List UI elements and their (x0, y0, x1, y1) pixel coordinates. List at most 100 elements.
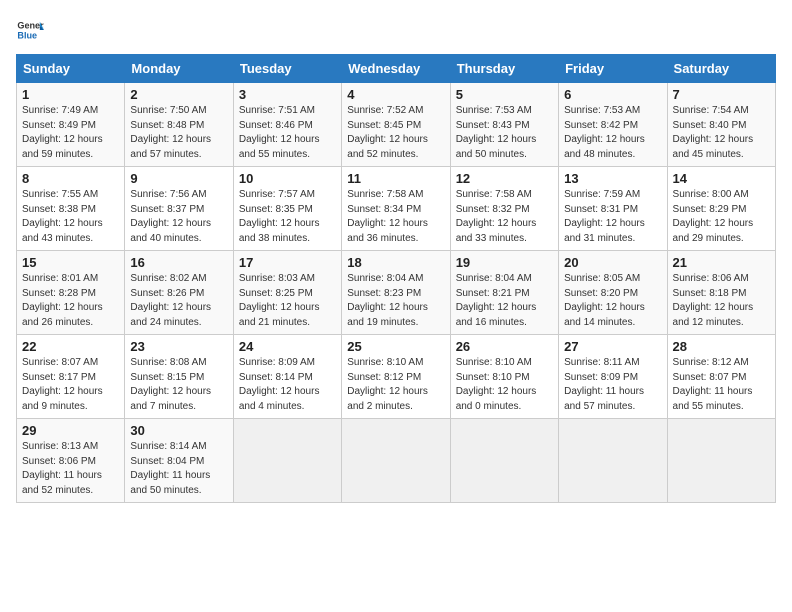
day-number: 26 (456, 339, 553, 354)
day-number: 30 (130, 423, 227, 438)
weekday-header-saturday: Saturday (667, 55, 775, 83)
day-info: Sunrise: 7:55 AMSunset: 8:38 PMDaylight:… (22, 189, 103, 244)
calendar-cell: 11 Sunrise: 7:58 AMSunset: 8:34 PMDaylig… (342, 167, 450, 251)
calendar-cell: 21 Sunrise: 8:06 AMSunset: 8:18 PMDaylig… (667, 251, 775, 335)
calendar-cell: 9 Sunrise: 7:56 AMSunset: 8:37 PMDayligh… (125, 167, 233, 251)
calendar-cell: 12 Sunrise: 7:58 AMSunset: 8:32 PMDaylig… (450, 167, 558, 251)
week-row-3: 15 Sunrise: 8:01 AMSunset: 8:28 PMDaylig… (17, 251, 776, 335)
calendar-cell (342, 419, 450, 503)
day-number: 4 (347, 87, 444, 102)
day-number: 21 (673, 255, 770, 270)
day-number: 18 (347, 255, 444, 270)
day-info: Sunrise: 8:14 AMSunset: 8:04 PMDaylight:… (130, 441, 210, 496)
day-info: Sunrise: 7:54 AMSunset: 8:40 PMDaylight:… (673, 105, 754, 160)
calendar-cell: 7 Sunrise: 7:54 AMSunset: 8:40 PMDayligh… (667, 83, 775, 167)
calendar-cell: 17 Sunrise: 8:03 AMSunset: 8:25 PMDaylig… (233, 251, 341, 335)
day-number: 5 (456, 87, 553, 102)
logo-icon: General Blue (16, 16, 44, 44)
day-info: Sunrise: 8:04 AMSunset: 8:21 PMDaylight:… (456, 273, 537, 328)
day-info: Sunrise: 7:56 AMSunset: 8:37 PMDaylight:… (130, 189, 211, 244)
day-info: Sunrise: 8:13 AMSunset: 8:06 PMDaylight:… (22, 441, 102, 496)
day-number: 20 (564, 255, 661, 270)
day-info: Sunrise: 8:02 AMSunset: 8:26 PMDaylight:… (130, 273, 211, 328)
day-number: 28 (673, 339, 770, 354)
weekday-header-tuesday: Tuesday (233, 55, 341, 83)
day-number: 3 (239, 87, 336, 102)
day-info: Sunrise: 8:10 AMSunset: 8:12 PMDaylight:… (347, 357, 428, 412)
calendar-cell: 20 Sunrise: 8:05 AMSunset: 8:20 PMDaylig… (559, 251, 667, 335)
day-info: Sunrise: 7:53 AMSunset: 8:42 PMDaylight:… (564, 105, 645, 160)
calendar-cell: 10 Sunrise: 7:57 AMSunset: 8:35 PMDaylig… (233, 167, 341, 251)
svg-text:Blue: Blue (17, 30, 37, 40)
day-number: 9 (130, 171, 227, 186)
calendar-cell: 13 Sunrise: 7:59 AMSunset: 8:31 PMDaylig… (559, 167, 667, 251)
day-info: Sunrise: 8:08 AMSunset: 8:15 PMDaylight:… (130, 357, 211, 412)
calendar-cell: 24 Sunrise: 8:09 AMSunset: 8:14 PMDaylig… (233, 335, 341, 419)
day-info: Sunrise: 7:49 AMSunset: 8:49 PMDaylight:… (22, 105, 103, 160)
day-number: 8 (22, 171, 119, 186)
day-number: 22 (22, 339, 119, 354)
day-info: Sunrise: 7:57 AMSunset: 8:35 PMDaylight:… (239, 189, 320, 244)
weekday-header-friday: Friday (559, 55, 667, 83)
calendar-cell: 1 Sunrise: 7:49 AMSunset: 8:49 PMDayligh… (17, 83, 125, 167)
calendar-cell (450, 419, 558, 503)
day-number: 29 (22, 423, 119, 438)
day-info: Sunrise: 8:01 AMSunset: 8:28 PMDaylight:… (22, 273, 103, 328)
logo: General Blue (16, 16, 44, 44)
page-header: General Blue (16, 16, 776, 44)
day-info: Sunrise: 7:58 AMSunset: 8:32 PMDaylight:… (456, 189, 537, 244)
weekday-header-thursday: Thursday (450, 55, 558, 83)
calendar-cell: 30 Sunrise: 8:14 AMSunset: 8:04 PMDaylig… (125, 419, 233, 503)
calendar-cell (233, 419, 341, 503)
calendar-cell: 8 Sunrise: 7:55 AMSunset: 8:38 PMDayligh… (17, 167, 125, 251)
day-number: 25 (347, 339, 444, 354)
day-number: 6 (564, 87, 661, 102)
calendar-cell: 5 Sunrise: 7:53 AMSunset: 8:43 PMDayligh… (450, 83, 558, 167)
day-number: 14 (673, 171, 770, 186)
day-number: 24 (239, 339, 336, 354)
day-number: 17 (239, 255, 336, 270)
day-number: 27 (564, 339, 661, 354)
weekday-header-sunday: Sunday (17, 55, 125, 83)
day-number: 1 (22, 87, 119, 102)
calendar-cell: 23 Sunrise: 8:08 AMSunset: 8:15 PMDaylig… (125, 335, 233, 419)
calendar-cell: 27 Sunrise: 8:11 AMSunset: 8:09 PMDaylig… (559, 335, 667, 419)
day-info: Sunrise: 7:58 AMSunset: 8:34 PMDaylight:… (347, 189, 428, 244)
calendar-cell: 6 Sunrise: 7:53 AMSunset: 8:42 PMDayligh… (559, 83, 667, 167)
day-info: Sunrise: 7:52 AMSunset: 8:45 PMDaylight:… (347, 105, 428, 160)
day-info: Sunrise: 8:03 AMSunset: 8:25 PMDaylight:… (239, 273, 320, 328)
weekday-header-row: SundayMondayTuesdayWednesdayThursdayFrid… (17, 55, 776, 83)
weekday-header-monday: Monday (125, 55, 233, 83)
calendar-cell: 14 Sunrise: 8:00 AMSunset: 8:29 PMDaylig… (667, 167, 775, 251)
calendar-cell: 2 Sunrise: 7:50 AMSunset: 8:48 PMDayligh… (125, 83, 233, 167)
calendar-cell: 26 Sunrise: 8:10 AMSunset: 8:10 PMDaylig… (450, 335, 558, 419)
calendar-cell: 3 Sunrise: 7:51 AMSunset: 8:46 PMDayligh… (233, 83, 341, 167)
calendar-cell: 25 Sunrise: 8:10 AMSunset: 8:12 PMDaylig… (342, 335, 450, 419)
day-info: Sunrise: 7:53 AMSunset: 8:43 PMDaylight:… (456, 105, 537, 160)
calendar-cell (667, 419, 775, 503)
calendar-cell: 4 Sunrise: 7:52 AMSunset: 8:45 PMDayligh… (342, 83, 450, 167)
week-row-1: 1 Sunrise: 7:49 AMSunset: 8:49 PMDayligh… (17, 83, 776, 167)
week-row-2: 8 Sunrise: 7:55 AMSunset: 8:38 PMDayligh… (17, 167, 776, 251)
calendar-cell: 18 Sunrise: 8:04 AMSunset: 8:23 PMDaylig… (342, 251, 450, 335)
day-info: Sunrise: 7:59 AMSunset: 8:31 PMDaylight:… (564, 189, 645, 244)
day-number: 19 (456, 255, 553, 270)
day-info: Sunrise: 8:00 AMSunset: 8:29 PMDaylight:… (673, 189, 754, 244)
day-info: Sunrise: 8:12 AMSunset: 8:07 PMDaylight:… (673, 357, 753, 412)
day-number: 15 (22, 255, 119, 270)
day-number: 12 (456, 171, 553, 186)
weekday-header-wednesday: Wednesday (342, 55, 450, 83)
day-info: Sunrise: 8:06 AMSunset: 8:18 PMDaylight:… (673, 273, 754, 328)
day-info: Sunrise: 8:07 AMSunset: 8:17 PMDaylight:… (22, 357, 103, 412)
day-info: Sunrise: 8:05 AMSunset: 8:20 PMDaylight:… (564, 273, 645, 328)
calendar-table: SundayMondayTuesdayWednesdayThursdayFrid… (16, 54, 776, 503)
day-number: 10 (239, 171, 336, 186)
week-row-5: 29 Sunrise: 8:13 AMSunset: 8:06 PMDaylig… (17, 419, 776, 503)
day-info: Sunrise: 8:10 AMSunset: 8:10 PMDaylight:… (456, 357, 537, 412)
day-number: 13 (564, 171, 661, 186)
week-row-4: 22 Sunrise: 8:07 AMSunset: 8:17 PMDaylig… (17, 335, 776, 419)
day-number: 23 (130, 339, 227, 354)
day-info: Sunrise: 8:11 AMSunset: 8:09 PMDaylight:… (564, 357, 644, 412)
calendar-cell: 19 Sunrise: 8:04 AMSunset: 8:21 PMDaylig… (450, 251, 558, 335)
calendar-cell: 28 Sunrise: 8:12 AMSunset: 8:07 PMDaylig… (667, 335, 775, 419)
